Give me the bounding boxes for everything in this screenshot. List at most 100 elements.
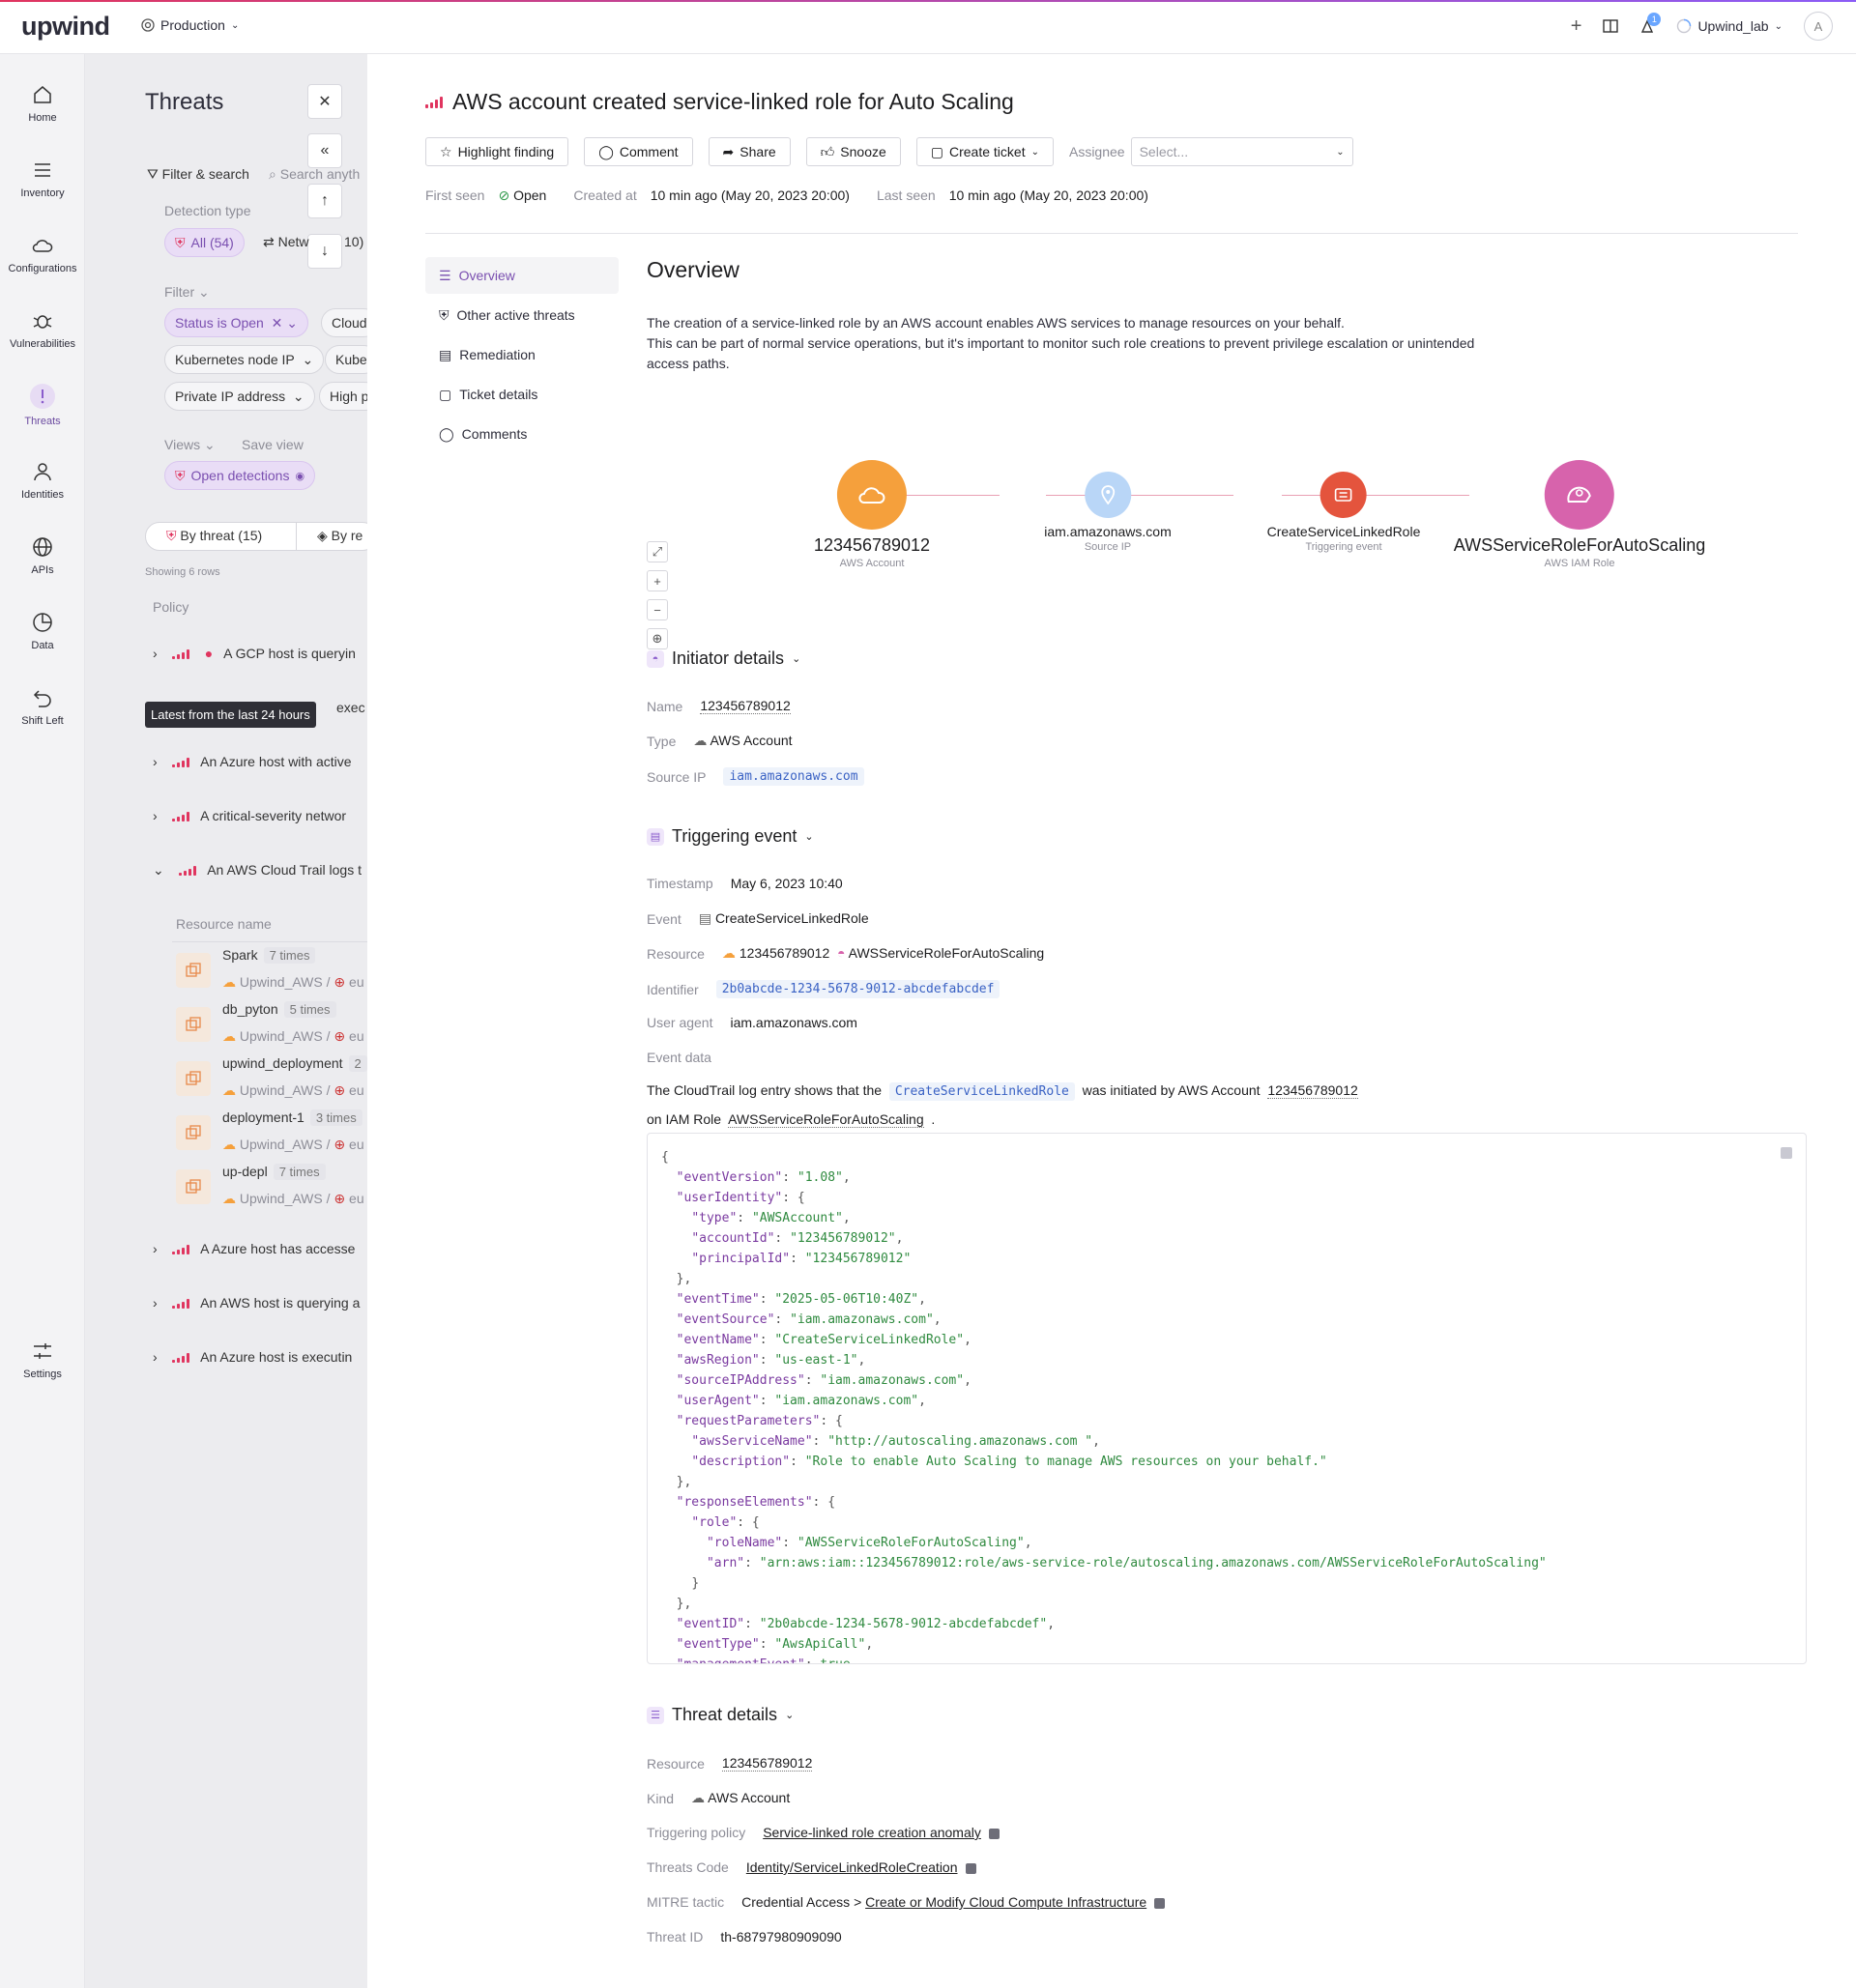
kube-chip[interactable]: Kube xyxy=(325,345,367,374)
nav-shift-left[interactable]: Shift Left xyxy=(0,686,85,727)
event-row: Event ▤ CreateServiceLinkedRole xyxy=(647,910,869,927)
center-button[interactable]: ⊕ xyxy=(647,628,668,649)
subnav-comments[interactable]: ◯ Comments xyxy=(425,416,619,452)
by-threat-tab[interactable]: ⛨ By threat (15) xyxy=(166,528,262,544)
filter-search-toggle[interactable]: ⛛ Filter & search xyxy=(147,166,249,183)
views-dropdown[interactable]: Views ⌄ xyxy=(164,437,216,453)
save-view-button[interactable]: Save view xyxy=(242,437,304,452)
resource-name[interactable]: upwind_deployment 2 xyxy=(222,1055,367,1072)
node-name: iam.amazonaws.com xyxy=(1044,524,1172,539)
nav-vulnerabilities[interactable]: Vulnerabilities xyxy=(0,309,85,350)
chevron-right-icon: › xyxy=(153,1241,158,1256)
threat-row[interactable]: › ● A GCP host is queryin xyxy=(153,646,356,661)
resource-name[interactable]: up-depl 7 times xyxy=(222,1164,326,1180)
close-panel-button[interactable]: ✕ xyxy=(307,84,342,119)
assignee-select[interactable]: Select... ⌄ xyxy=(1130,137,1353,166)
nav-identities[interactable]: Identities xyxy=(0,460,85,501)
subnav-other-active-threats[interactable]: ⛨ Other active threats xyxy=(425,297,619,333)
policy-column-header[interactable]: Policy xyxy=(153,599,188,615)
org-selector[interactable]: Upwind_lab ⌄ xyxy=(1676,18,1783,34)
policy-link[interactable]: Service-linked role creation anomaly xyxy=(763,1825,1000,1840)
copy-icon[interactable] xyxy=(1781,1147,1792,1159)
previous-button[interactable]: ↑ xyxy=(307,184,342,218)
kubernetes-node-ip-chip[interactable]: Kubernetes node IP ⌄ xyxy=(164,345,325,374)
nav-configurations[interactable]: Configurations xyxy=(0,234,85,274)
threat-row[interactable]: › An Azure host with active xyxy=(153,754,352,769)
threat-row[interactable]: › An Azure host is executin xyxy=(153,1349,352,1365)
nav-inventory[interactable]: Inventory xyxy=(0,158,85,199)
account-link[interactable]: 123456789012 xyxy=(1267,1082,1358,1099)
search-input[interactable]: ⌕ Search anyth xyxy=(269,166,360,183)
field-value[interactable]: 2b0abcde-1234-5678-9012-abcdefabcdef xyxy=(715,980,1000,998)
threat-row[interactable]: › A Azure host has accesse xyxy=(153,1241,355,1256)
nav-label: Shift Left xyxy=(21,715,64,727)
comment-button[interactable]: ◯ Comment xyxy=(584,137,693,166)
field-value[interactable]: 123456789012 xyxy=(700,698,791,714)
overview-description: The creation of a service-linked role by… xyxy=(647,313,1517,374)
nav-threats[interactable]: Threats xyxy=(0,383,85,427)
fit-view-button[interactable]: ⤢ xyxy=(647,541,668,562)
all-detections-chip[interactable]: ⛨ All (54) xyxy=(164,228,245,257)
collapse-panel-button[interactable]: « xyxy=(307,133,342,168)
subnav-ticket-details[interactable]: ▢ Ticket details xyxy=(425,376,619,413)
threat-row[interactable]: › An AWS host is querying a xyxy=(153,1295,360,1311)
status-filter-chip[interactable]: Status is Open ✕ ⌄ xyxy=(164,308,308,337)
initiator-details-toggle[interactable]: ◓ Initiator details ⌄ xyxy=(647,648,800,669)
nav-home[interactable]: Home xyxy=(0,83,85,124)
high-priority-chip[interactable]: High p xyxy=(319,382,367,411)
triggering-event-toggle[interactable]: ▤ Triggering event ⌄ xyxy=(647,826,814,847)
graph-node-iam-role[interactable]: AWSServiceRoleForAutoScaling AWS IAM Rol… xyxy=(1454,460,1705,569)
threat-code-link[interactable]: Identity/ServiceLinkedRoleCreation xyxy=(746,1859,976,1875)
threat-row-expanded[interactable]: ⌄ An AWS Cloud Trail logs t xyxy=(153,862,362,879)
zoom-out-button[interactable]: − xyxy=(647,599,668,620)
field-value[interactable]: 123456789012 xyxy=(721,1755,813,1772)
private-ip-chip[interactable]: Private IP address ⌄ xyxy=(164,382,315,411)
network-detections-tab[interactable]: ⇄ Netw xyxy=(263,234,309,250)
avatar[interactable]: A xyxy=(1804,12,1833,41)
highlight-finding-button[interactable]: ☆ Highlight finding xyxy=(425,137,569,166)
resource-name[interactable]: db_pyton 5 times xyxy=(222,1001,336,1018)
subnav-overview[interactable]: ☰ Overview xyxy=(425,257,619,294)
description-line: This can be part of normal service opera… xyxy=(647,335,1475,351)
mitre-technique-link[interactable]: Create or Modify Cloud Compute Infrastru… xyxy=(865,1894,1146,1910)
double-chevron-left-icon: « xyxy=(320,142,330,158)
next-button[interactable]: ↓ xyxy=(307,234,342,269)
resource-account: ☁ Upwind_AWS / ⊕ eu xyxy=(222,974,364,990)
upwind-logo[interactable]: upwind xyxy=(21,12,110,42)
event-json-viewer[interactable]: { "eventVersion": "1.08", "userIdentity"… xyxy=(647,1133,1807,1664)
graph-node-triggering-event[interactable]: CreateServiceLinkedRole Triggering event xyxy=(1267,472,1420,553)
create-ticket-button[interactable]: ▢ Create ticket ⌄ xyxy=(915,137,1054,166)
identifier-row: Identifier 2b0abcde-1234-5678-9012-abcdef… xyxy=(647,980,1000,998)
plus-icon[interactable]: + xyxy=(1571,15,1582,38)
notifications-icon[interactable]: 1 xyxy=(1639,13,1662,34)
snooze-button[interactable]: 👍︎ Snooze xyxy=(805,137,901,166)
zoom-in-button[interactable]: + xyxy=(647,570,668,591)
occurrence-badge: 7 times xyxy=(273,1164,326,1180)
environment-selector[interactable]: Production ⌄ xyxy=(141,17,239,33)
nav-settings[interactable]: Settings xyxy=(0,1340,85,1380)
severity-icon xyxy=(172,1299,190,1310)
cloud-filter-chip[interactable]: Cloud xyxy=(321,308,367,337)
field-value[interactable]: iam.amazonaws.com xyxy=(723,767,864,786)
description-line: access paths. xyxy=(647,356,730,371)
initiator-name-row: Name 123456789012 xyxy=(647,698,791,714)
by-resource-tab[interactable]: ◈ By re xyxy=(317,528,362,544)
nav-apis[interactable]: APIs xyxy=(0,535,85,576)
book-icon[interactable] xyxy=(1603,19,1619,33)
event-code-tag[interactable]: CreateServiceLinkedRole xyxy=(888,1082,1075,1101)
resource-name[interactable]: Spark 7 times xyxy=(222,947,316,964)
role-link[interactable]: AWSServiceRoleForAutoScaling xyxy=(728,1111,924,1128)
subnav-remediation[interactable]: ▤ Remediation xyxy=(425,336,619,373)
resource-name[interactable]: deployment-1 3 times xyxy=(222,1109,362,1126)
open-detections-view[interactable]: ⛨ Open detections ◉ xyxy=(164,461,316,490)
graph-node-aws-account[interactable]: 123456789012 AWS Account xyxy=(814,460,930,569)
chip-label: Private IP address xyxy=(175,389,286,404)
location-pin-icon xyxy=(1085,472,1131,518)
graph-node-source-ip[interactable]: iam.amazonaws.com Source IP xyxy=(1044,472,1172,553)
chevron-right-icon: › xyxy=(153,754,158,769)
share-button[interactable]: ➦ Share xyxy=(708,137,791,166)
threat-row[interactable]: › A critical-severity networ xyxy=(153,808,346,823)
threat-details-toggle[interactable]: ☰ Threat details ⌄ xyxy=(647,1705,794,1725)
section-heading: Threat details xyxy=(672,1705,778,1724)
nav-data[interactable]: Data xyxy=(0,611,85,651)
